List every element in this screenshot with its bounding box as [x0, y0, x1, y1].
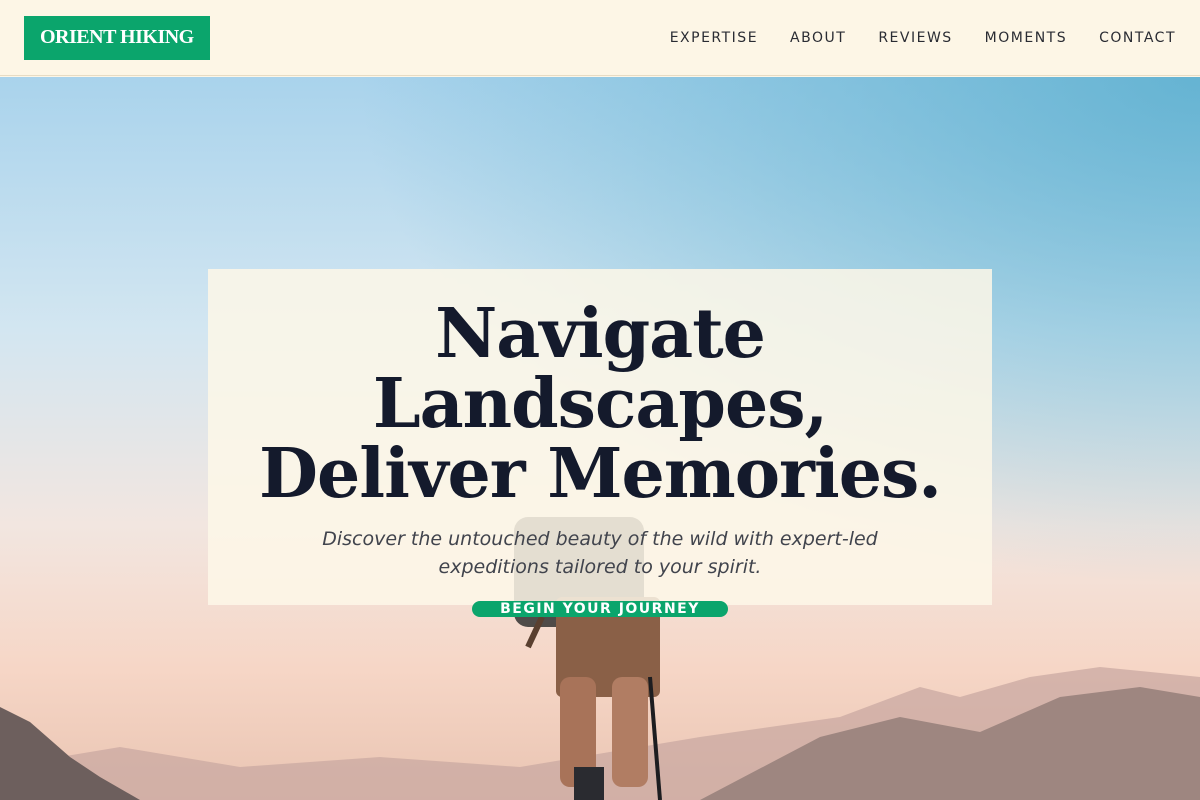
hero-section: Navigate Landscapes, Deliver Memories. D… — [0, 77, 1200, 800]
hero-subtitle: Discover the untouched beauty of the wil… — [290, 525, 910, 581]
nav-link-moments[interactable]: MOMENTS — [985, 30, 1067, 46]
hero-subtitle-line-2: expeditions tailored to your spirit. — [438, 556, 762, 578]
logo[interactable]: ORIENT HIKING — [24, 15, 210, 60]
nav-link-expertise[interactable]: EXPERTISE — [670, 30, 758, 46]
site-header: ORIENT HIKING EXPERTISE ABOUT REVIEWS MO… — [0, 0, 1200, 76]
begin-journey-button[interactable]: BEGIN YOUR JOURNEY — [472, 601, 728, 617]
nav-link-contact[interactable]: CONTACT — [1099, 30, 1176, 46]
nav-link-about[interactable]: ABOUT — [790, 30, 846, 46]
hero-headline-line-2: Deliver Memories. — [259, 434, 942, 514]
hero-subtitle-line-1: Discover the untouched beauty of the wil… — [322, 528, 878, 550]
nav-link-reviews[interactable]: REVIEWS — [878, 30, 952, 46]
hero-card: Navigate Landscapes, Deliver Memories. D… — [208, 269, 992, 617]
hero-headline-line-1: Navigate Landscapes, — [372, 294, 828, 444]
main-nav: EXPERTISE ABOUT REVIEWS MOMENTS CONTACT — [670, 30, 1176, 46]
hero-headline: Navigate Landscapes, Deliver Memories. — [208, 299, 992, 509]
